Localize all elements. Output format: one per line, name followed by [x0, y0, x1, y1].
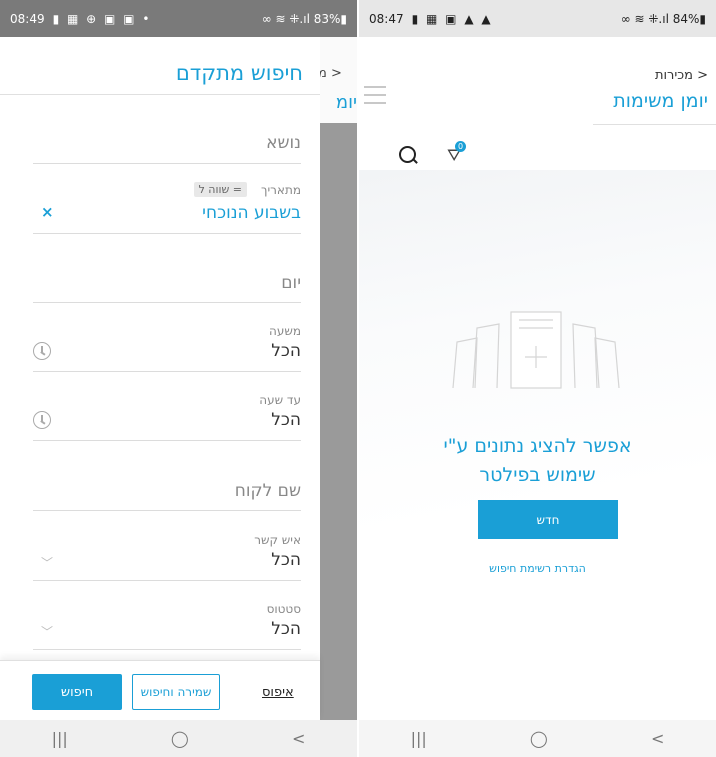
date-filter-field[interactable]: מתאריך = שווה ל בשבוע הנוכחי × — [33, 177, 301, 234]
page-title: יומן משימות — [613, 90, 708, 112]
underlay-title: יומ — [335, 92, 357, 113]
to-time-field[interactable]: עד שעה הכל — [33, 389, 301, 441]
to-time-label: עד שעה — [259, 393, 301, 407]
status-label: סטטוס — [266, 602, 301, 616]
title-divider — [593, 124, 716, 125]
contact-label: איש קשר — [254, 533, 301, 547]
system-icons: ∞ ≋ ⁜.ıl 84%▮ — [620, 11, 706, 26]
search-button[interactable]: חיפוש — [32, 674, 122, 710]
from-time-field[interactable]: משעה הכל — [33, 320, 301, 372]
from-time-label: משעה — [268, 324, 301, 338]
date-value: בשבוע הנוכחי — [202, 203, 301, 223]
right-screen: 08:47 ▮ ▦ ▣ ▲ ▲ ∞ ≋ ⁜.ıl 84%▮ < מכירות י… — [359, 0, 716, 757]
from-time-value: הכל — [271, 341, 301, 361]
status-bar: 08:47 ▮ ▦ ▣ ▲ ▲ ∞ ≋ ⁜.ıl 84%▮ — [359, 0, 716, 37]
system-icons: ∞ ≋ ⁜.ıl 83%▮ — [261, 11, 347, 26]
operator-chip[interactable]: = שווה ל — [193, 182, 247, 197]
system-nav-bar: ||| ◯ < — [0, 720, 357, 757]
underlay-breadcrumb: < מ — [318, 66, 342, 81]
home-button[interactable]: ◯ — [530, 729, 548, 748]
status-value: הכל — [271, 619, 301, 639]
notification-icons: ▮ ▦ ▣ ▲ ▲ — [411, 11, 493, 26]
clock-icon[interactable] — [33, 342, 51, 360]
empty-state-message: אפשר להציג נתונים ע"י שימוש בפילטר — [359, 432, 716, 490]
define-search-list-link[interactable]: הגדרת רשימת חיפוש — [359, 562, 716, 575]
recent-apps-button[interactable]: ||| — [411, 729, 427, 748]
left-screen: 08:49 ▮ ▦ ⊕ ▣ ▣ • ∞ ≋ ⁜.ıl 83%▮ < מ יומ … — [0, 0, 357, 757]
to-time-value: הכל — [271, 410, 301, 430]
breadcrumb[interactable]: < מכירות — [655, 68, 708, 83]
empty-message-line-1: אפשר להציג נתונים ע"י — [443, 435, 632, 457]
status-time: 08:47 — [369, 11, 404, 26]
chevron-down-icon[interactable]: ﹀ — [41, 554, 53, 571]
action-bar: חיפוש שמירה וחיפוש איפוס — [0, 660, 320, 721]
clear-icon[interactable]: × — [41, 203, 54, 221]
clock-icon[interactable] — [33, 411, 51, 429]
home-button[interactable]: ◯ — [171, 729, 189, 748]
search-icon[interactable] — [399, 146, 416, 163]
contact-field[interactable]: איש קשר הכל ﹀ — [33, 529, 301, 581]
chevron-down-icon[interactable]: ﹀ — [41, 623, 53, 640]
recent-apps-button[interactable]: ||| — [52, 729, 68, 748]
filter-count-badge: 0 — [455, 141, 466, 152]
subject-field[interactable]: נושא — [33, 127, 301, 164]
customer-name-field[interactable]: שם לקוח — [33, 473, 301, 511]
day-field[interactable]: יום — [33, 265, 301, 303]
empty-message-line-2: שימוש בפילטר — [479, 464, 596, 486]
hamburger-menu-icon[interactable] — [362, 80, 392, 110]
back-button[interactable]: < — [651, 729, 664, 748]
status-field[interactable]: סטטוס הכל ﹀ — [33, 598, 301, 650]
day-placeholder: יום — [281, 273, 301, 293]
subject-placeholder: נושא — [266, 133, 301, 153]
date-label: מתאריך — [261, 183, 301, 197]
new-button[interactable]: חדש — [478, 500, 618, 539]
advanced-search-drawer: חיפוש מתקדם נושא מתאריך = שווה ל בשבוע ה… — [0, 37, 320, 721]
status-bar: 08:49 ▮ ▦ ⊕ ▣ ▣ • ∞ ≋ ⁜.ıl 83%▮ — [0, 0, 357, 37]
customer-name-placeholder: שם לקוח — [234, 481, 301, 501]
system-nav-bar: ||| ◯ < — [359, 720, 716, 757]
save-and-search-button[interactable]: שמירה וחיפוש — [132, 674, 220, 710]
status-time: 08:49 — [10, 11, 45, 26]
reset-link[interactable]: איפוס — [262, 685, 294, 700]
notification-icons: ▮ ▦ ⊕ ▣ ▣ • — [52, 11, 152, 26]
empty-state-documents-icon — [452, 311, 620, 389]
contact-value: הכל — [271, 550, 301, 570]
drawer-title: חיפוש מתקדם — [175, 61, 303, 85]
title-divider — [0, 94, 320, 95]
back-button[interactable]: < — [292, 729, 305, 748]
